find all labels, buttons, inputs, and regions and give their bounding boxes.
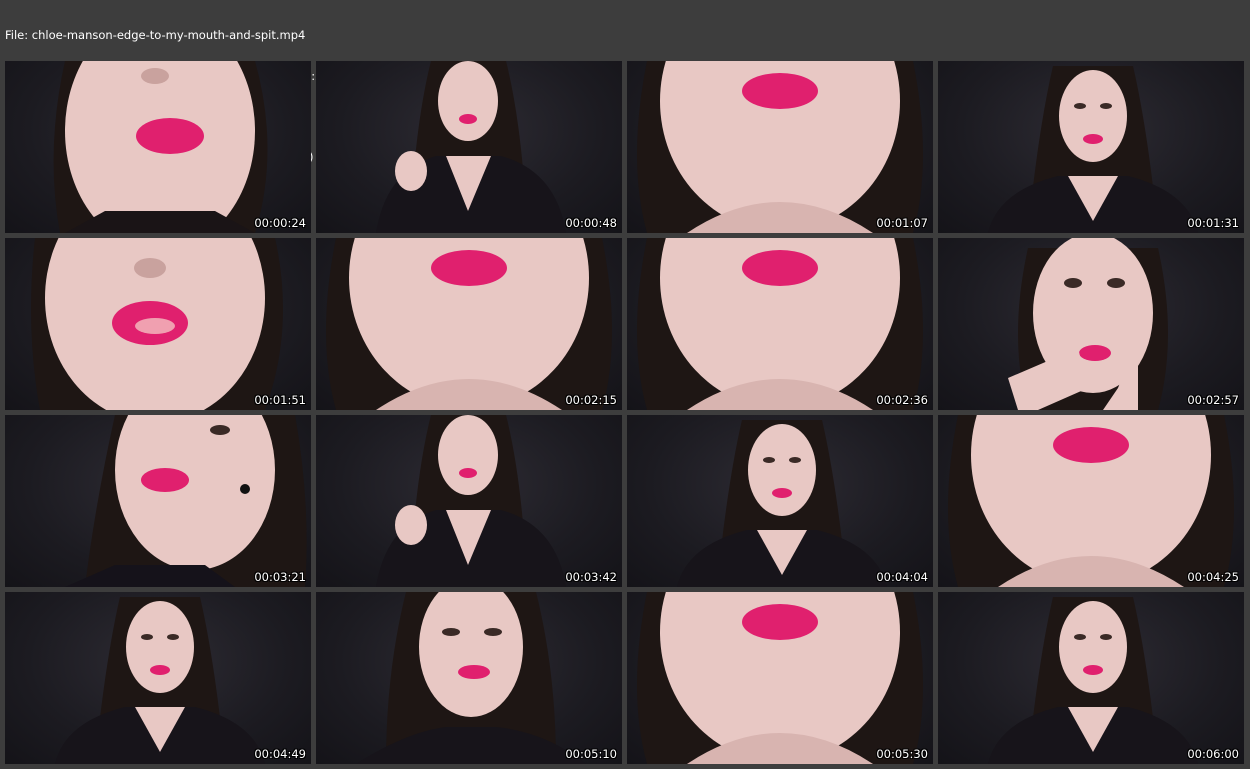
file-name-line: File: chloe-manson-edge-to-my-mouth-and-… (5, 28, 306, 42)
thumbnail-frame-image (356, 592, 586, 764)
thumbnail-timestamp: 00:03:42 (565, 570, 617, 584)
thumbnail-timestamp: 00:00:24 (254, 216, 306, 230)
video-thumbnail: 00:05:10 (316, 592, 622, 764)
video-thumbnail: 00:02:15 (316, 238, 622, 410)
video-thumbnail: 00:02:36 (627, 238, 933, 410)
video-thumbnail: 00:00:24 (5, 61, 311, 233)
thumbnail-timestamp: 00:05:10 (565, 747, 617, 761)
video-thumbnail: 00:04:49 (5, 592, 311, 764)
video-thumbnail: 00:01:31 (938, 61, 1244, 233)
thumbnail-frame-image (948, 415, 1234, 587)
thumbnail-frame-image (988, 66, 1198, 233)
thumbnail-frame-image (53, 61, 268, 233)
video-thumbnail: 00:03:42 (316, 415, 622, 587)
thumbnail-timestamp: 00:00:48 (565, 216, 617, 230)
thumbnail-timestamp: 00:04:25 (1187, 570, 1239, 584)
video-thumbnail: 00:00:48 (316, 61, 622, 233)
thumbnail-timestamp: 00:02:36 (876, 393, 928, 407)
thumbnail-frame-image (55, 597, 265, 764)
video-thumbnail: 00:05:30 (627, 592, 933, 764)
thumbnail-frame-image (376, 415, 566, 587)
video-thumbnail: 00:01:51 (5, 238, 311, 410)
video-thumbnail: 00:02:57 (938, 238, 1244, 410)
video-thumbnail: 00:03:21 (5, 415, 311, 587)
thumbnail-frame-image (637, 592, 923, 764)
thumbnail-timestamp: 00:06:00 (1187, 747, 1239, 761)
thumbnail-frame-image (1008, 238, 1168, 410)
video-thumbnail: 00:01:07 (627, 61, 933, 233)
thumbnail-timestamp: 00:02:57 (1187, 393, 1239, 407)
thumbnail-frame-image (677, 420, 887, 587)
contact-sheet: File: chloe-manson-edge-to-my-mouth-and-… (0, 0, 1250, 769)
thumbnail-timestamp: 00:01:07 (876, 216, 928, 230)
thumbnail-grid: 00:00:24 00:00:48 00:01:07 00:01:31 00:0… (5, 61, 1245, 765)
thumbnail-timestamp: 00:04:04 (876, 570, 928, 584)
video-thumbnail: 00:04:25 (938, 415, 1244, 587)
thumbnail-timestamp: 00:04:49 (254, 747, 306, 761)
thumbnail-frame-image (326, 238, 612, 410)
thumbnail-timestamp: 00:01:51 (254, 393, 306, 407)
video-thumbnail: 00:04:04 (627, 415, 933, 587)
thumbnail-frame-image (65, 415, 307, 587)
thumbnail-timestamp: 00:05:30 (876, 747, 928, 761)
thumbnail-timestamp: 00:02:15 (565, 393, 617, 407)
thumbnail-timestamp: 00:01:31 (1187, 216, 1239, 230)
video-thumbnail: 00:06:00 (938, 592, 1244, 764)
thumbnail-frame-image (988, 597, 1198, 764)
thumbnail-frame-image (31, 238, 283, 410)
thumbnail-frame-image (376, 61, 566, 233)
thumbnail-timestamp: 00:03:21 (254, 570, 306, 584)
thumbnail-frame-image (637, 238, 923, 410)
thumbnail-frame-image (637, 61, 923, 233)
